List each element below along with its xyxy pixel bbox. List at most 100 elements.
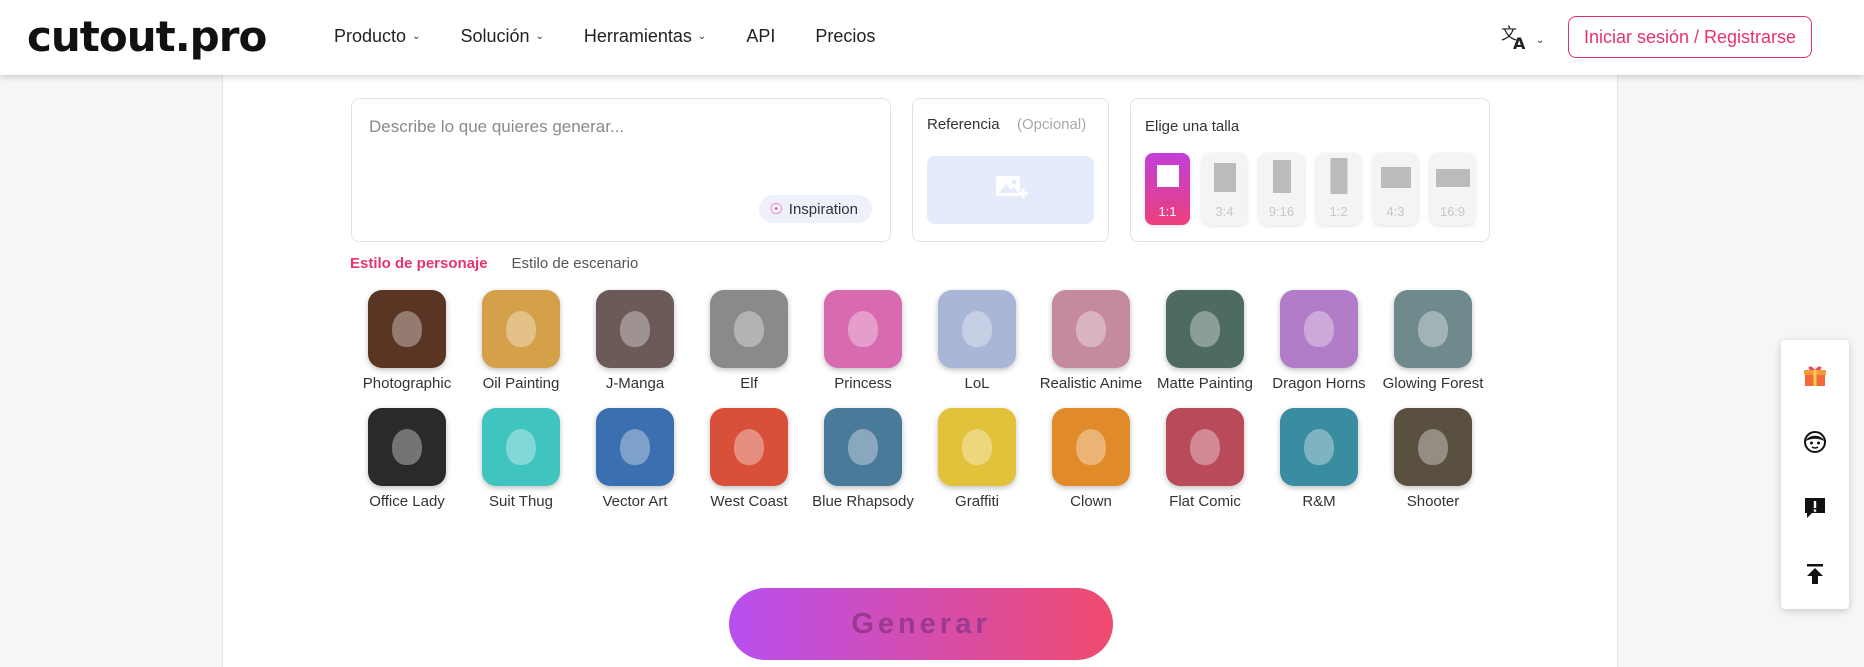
- style-option[interactable]: Vector Art: [578, 408, 692, 510]
- style-label: Office Lady: [369, 493, 445, 510]
- prompt-placeholder: Describe lo que quieres generar...: [369, 117, 625, 136]
- style-label: Flat Comic: [1169, 493, 1241, 510]
- style-option[interactable]: Dragon Horns: [1262, 290, 1376, 392]
- style-option[interactable]: Flat Comic: [1148, 408, 1262, 510]
- login-register-button[interactable]: Iniciar sesión / Registrarse: [1568, 16, 1812, 58]
- style-label: Blue Rhapsody: [812, 493, 914, 510]
- ratio-label: 9:16: [1268, 204, 1295, 219]
- style-option[interactable]: Clown: [1034, 408, 1148, 510]
- style-label: Princess: [834, 375, 892, 392]
- portrait-image: [734, 429, 764, 465]
- ratio-option-3-4[interactable]: 3:4: [1202, 153, 1247, 225]
- top-navigation-bar: cutout.pro Producto ⌄ Solución ⌄ Herrami…: [0, 0, 1864, 75]
- style-thumbnail: [824, 408, 902, 486]
- portrait-image: [392, 429, 422, 465]
- style-label: Elf: [740, 375, 758, 392]
- reference-upload-area[interactable]: [927, 156, 1094, 224]
- chevron-down-icon: ⌄: [697, 31, 707, 42]
- style-thumbnail: [1166, 408, 1244, 486]
- language-selector[interactable]: 文A ⌄: [1500, 23, 1544, 58]
- style-thumbnail: [368, 408, 446, 486]
- back-to-top-icon[interactable]: [1781, 554, 1849, 594]
- style-thumbnail: [1280, 290, 1358, 368]
- style-option[interactable]: Shooter: [1376, 408, 1490, 510]
- ratio-option-4-3[interactable]: 4:3: [1373, 153, 1418, 225]
- cutout-pro-logo[interactable]: cutout.pro: [27, 12, 267, 61]
- prompt-input[interactable]: Describe lo que quieres generar... ☉ Ins…: [351, 98, 891, 242]
- ratio-label: 1:2: [1329, 204, 1348, 219]
- size-selector-panel: Elige una talla 1:1 3:4 9:16 1:2 4:3 16:…: [1130, 98, 1490, 242]
- style-option[interactable]: Oil Painting: [464, 290, 578, 392]
- style-option[interactable]: Blue Rhapsody: [806, 408, 920, 510]
- portrait-image: [506, 311, 536, 347]
- style-option[interactable]: Matte Painting: [1148, 290, 1262, 392]
- ratio-option-1-1[interactable]: 1:1: [1145, 153, 1190, 225]
- ratio-shape: [1156, 165, 1179, 187]
- style-thumbnail: [368, 290, 446, 368]
- support-agent-icon[interactable]: [1781, 422, 1849, 462]
- feedback-icon[interactable]: [1781, 488, 1849, 528]
- ratio-shape: [1272, 160, 1291, 193]
- style-option[interactable]: LoL: [920, 290, 1034, 392]
- chevron-down-icon: ⌄: [1536, 35, 1545, 46]
- inspiration-label: Inspiration: [788, 200, 858, 218]
- nav-item-precios[interactable]: Precios: [815, 26, 875, 47]
- style-thumbnail: [710, 290, 788, 368]
- gift-icon[interactable]: [1781, 356, 1849, 396]
- portrait-image: [1418, 429, 1448, 465]
- portrait-image: [1304, 311, 1334, 347]
- ratio-option-16-9[interactable]: 16:9: [1430, 153, 1475, 225]
- style-option[interactable]: Office Lady: [350, 408, 464, 510]
- ratio-shape: [1330, 158, 1347, 194]
- style-option[interactable]: Elf: [692, 290, 806, 392]
- style-thumbnail: [1280, 408, 1358, 486]
- style-option[interactable]: Graffiti: [920, 408, 1034, 510]
- style-label: Oil Painting: [482, 375, 560, 392]
- style-grid: Photographic Oil Painting J-Manga Elf Prince…: [350, 290, 1490, 510]
- tab-scene-style[interactable]: Estilo de escenario: [512, 255, 639, 272]
- style-thumbnail: [938, 290, 1016, 368]
- portrait-image: [1190, 429, 1220, 465]
- nav-item-label: Herramientas: [583, 26, 692, 46]
- style-option[interactable]: Photographic: [350, 290, 464, 392]
- style-label: Photographic: [362, 375, 452, 392]
- style-label: J-Manga: [605, 375, 665, 392]
- ratio-option-1-2[interactable]: 1:2: [1316, 153, 1361, 225]
- style-thumbnail: [938, 408, 1016, 486]
- tab-character-style[interactable]: Estilo de personaje: [350, 255, 488, 272]
- style-option[interactable]: West Coast: [692, 408, 806, 510]
- portrait-image: [848, 429, 878, 465]
- style-thumbnail: [1052, 290, 1130, 368]
- ratio-options: 1:1 3:4 9:16 1:2 4:3 16:9: [1145, 153, 1487, 225]
- style-label: Graffiti: [955, 493, 999, 510]
- style-option[interactable]: Princess: [806, 290, 920, 392]
- style-thumbnail: [1394, 408, 1472, 486]
- style-label: LoL: [964, 375, 990, 392]
- nav-item-api[interactable]: API: [746, 26, 775, 47]
- lightbulb-icon: ☉: [769, 201, 783, 218]
- style-option[interactable]: R&M: [1262, 408, 1376, 510]
- size-title: Elige una talla: [1145, 118, 1240, 135]
- portrait-image: [848, 311, 878, 347]
- ratio-shape: [1380, 167, 1411, 188]
- generate-button[interactable]: Generar: [729, 588, 1113, 660]
- nav-item-solucion[interactable]: Solución ⌄: [460, 26, 543, 47]
- style-option[interactable]: J-Manga: [578, 290, 692, 392]
- style-option[interactable]: Realistic Anime: [1034, 290, 1148, 392]
- style-option[interactable]: Suit Thug: [464, 408, 578, 510]
- add-image-icon: [994, 173, 1028, 208]
- nav-item-herramientas[interactable]: Herramientas ⌄: [584, 26, 706, 47]
- style-option[interactable]: Glowing Forest: [1376, 290, 1490, 392]
- style-thumbnail: [596, 290, 674, 368]
- style-thumbnail: [1394, 290, 1472, 368]
- style-thumbnail: [596, 408, 674, 486]
- portrait-image: [620, 311, 650, 347]
- main-nav: Producto ⌄ Solución ⌄ Herramientas ⌄ API…: [334, 26, 915, 47]
- portrait-image: [506, 429, 536, 465]
- nav-item-producto[interactable]: Producto ⌄: [334, 26, 420, 47]
- ratio-option-9-16[interactable]: 9:16: [1259, 153, 1304, 225]
- style-thumbnail: [482, 290, 560, 368]
- reference-title: Referencia: [927, 116, 1000, 133]
- inspiration-button[interactable]: ☉ Inspiration: [759, 195, 872, 223]
- style-label: Dragon Horns: [1272, 375, 1366, 392]
